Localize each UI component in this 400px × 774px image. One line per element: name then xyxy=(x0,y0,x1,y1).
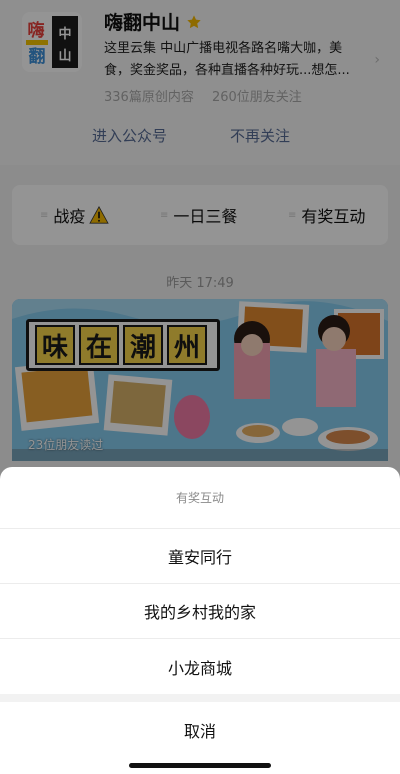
cancel-button[interactable]: 取消 xyxy=(0,702,400,758)
sheet-option-tongan[interactable]: 童安同行 xyxy=(0,529,400,584)
action-sheet-title: 有奖互动 xyxy=(0,467,400,529)
sheet-divider xyxy=(0,694,400,702)
home-indicator xyxy=(129,763,271,768)
action-sheet: 有奖互动 童安同行 我的乡村我的家 小龙商城 取消 xyxy=(0,467,400,774)
sheet-option-xiaolong-mall[interactable]: 小龙商城 xyxy=(0,639,400,694)
sheet-option-my-village[interactable]: 我的乡村我的家 xyxy=(0,584,400,639)
